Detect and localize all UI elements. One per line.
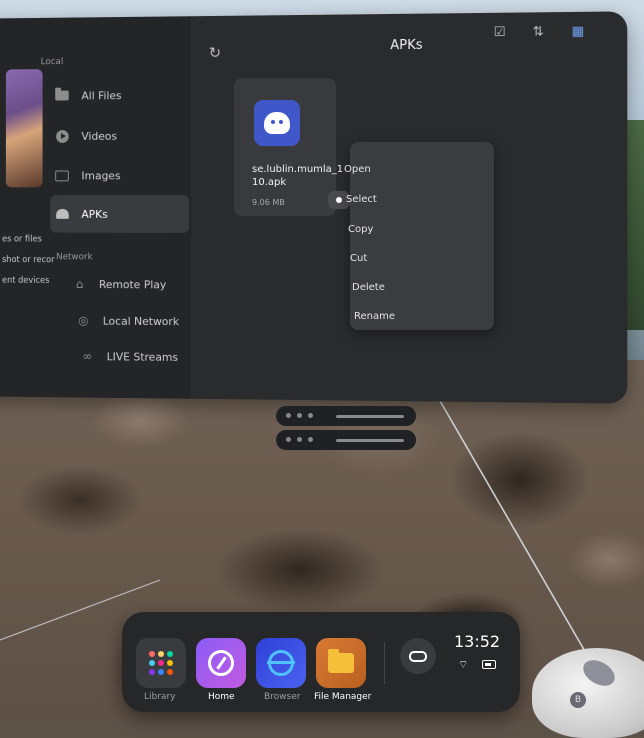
stream-icon: ∞ xyxy=(82,349,93,364)
menu-item-open[interactable]: Open xyxy=(344,164,371,175)
wifi-icon: ⌔ xyxy=(458,658,469,671)
dock-label-home: Home xyxy=(208,692,235,702)
menu-item-copy[interactable]: Copy xyxy=(348,224,373,235)
window-move-handle[interactable] xyxy=(276,406,416,426)
thumbstick xyxy=(578,654,620,692)
sidebar-snippet: shot or recor xyxy=(2,255,55,266)
folder-icon xyxy=(54,89,70,103)
battery-icon xyxy=(482,660,496,669)
headset-icon xyxy=(409,650,427,662)
window-resize-handle[interactable] xyxy=(276,430,416,450)
view-toggle-icon[interactable]: ▦ xyxy=(572,24,585,39)
sidebar-item-label: Remote Play xyxy=(98,277,167,291)
file-size: 9.06 MB xyxy=(252,198,285,207)
image-icon xyxy=(54,169,70,183)
dock-label-browser: Browser xyxy=(264,692,301,702)
vr-headset-button[interactable] xyxy=(400,638,436,674)
sidebar-item-label: Images xyxy=(81,168,121,182)
android-icon xyxy=(54,207,70,221)
controller-b-button: B xyxy=(570,692,586,708)
menu-item-select[interactable]: Select xyxy=(346,194,377,205)
section-label-local: Local xyxy=(40,57,64,68)
vr-controller: B xyxy=(532,648,644,738)
sidebar-item-apks[interactable]: APKs xyxy=(50,195,190,233)
sidebar-item-label: APKs xyxy=(81,207,108,221)
menu-item-rename[interactable]: Rename xyxy=(354,311,395,322)
clock[interactable]: 13:52 xyxy=(454,632,500,651)
sidebar-item-remote-play[interactable]: ⌂ Remote Play xyxy=(68,265,207,303)
context-menu: Open Select Copy Cut Delete Rename xyxy=(344,142,494,330)
section-label-network: Network xyxy=(56,252,93,263)
sidebar-snippet: es or files xyxy=(2,234,42,245)
globe-icon: ◎ xyxy=(78,313,89,328)
dock-label-file-manager: File Manager xyxy=(314,692,372,702)
home-compass-icon[interactable] xyxy=(196,638,246,688)
library-icon[interactable] xyxy=(136,638,186,688)
menu-item-cut[interactable]: Cut xyxy=(350,253,367,264)
sidebar-item-videos[interactable]: Videos xyxy=(50,117,189,155)
select-icon[interactable]: ☑ xyxy=(494,25,506,40)
sidebar-item-label: Videos xyxy=(81,129,118,143)
remote-play-icon: ⌂ xyxy=(75,277,84,291)
sidebar-item-local-network[interactable]: ◎ Local Network xyxy=(72,302,211,341)
sidebar-item-label: Local Network xyxy=(102,314,180,328)
sort-icon[interactable]: ⇅ xyxy=(533,24,544,39)
dock-label-library: Library xyxy=(144,692,176,702)
sidebar-item-images[interactable]: Images xyxy=(50,156,189,194)
media-thumbnail[interactable] xyxy=(5,69,43,188)
sidebar: es or files shot or recor ent devices Lo… xyxy=(0,16,191,399)
file-card[interactable]: se.lublin.mumla_110.apk 9.06 MB xyxy=(234,78,350,216)
sidebar-snippet: ent devices xyxy=(2,275,50,286)
sidebar-item-label: All Files xyxy=(81,88,122,102)
sidebar-item-label: LIVE Streams xyxy=(106,349,179,364)
file-name: se.lublin.mumla_110.apk xyxy=(252,164,344,188)
android-app-icon xyxy=(254,100,300,146)
menu-item-delete[interactable]: Delete xyxy=(352,282,385,293)
play-icon xyxy=(54,129,70,143)
browser-globe-icon[interactable] xyxy=(256,638,306,688)
sidebar-item-all-files[interactable]: All Files xyxy=(50,76,189,115)
file-manager-icon[interactable] xyxy=(316,638,366,688)
page-title: APKs xyxy=(390,37,423,54)
dock-divider xyxy=(384,642,385,684)
system-dock: Library Home Browser File Manager 13:52 … xyxy=(122,612,520,712)
